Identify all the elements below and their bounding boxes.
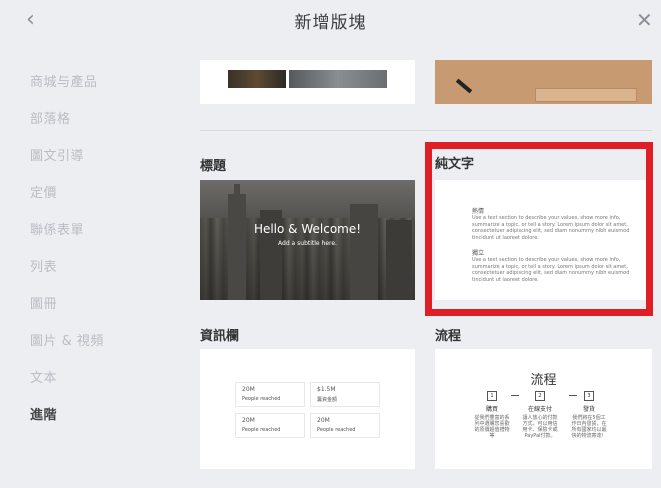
process-title: 流程 bbox=[530, 373, 557, 388]
gallery-photo bbox=[228, 70, 286, 88]
sidebar-item-guide[interactable]: 圖文引導 bbox=[30, 146, 180, 183]
close-icon[interactable]: ✕ bbox=[636, 9, 653, 31]
hero-subtitle: Add a subtitle here. bbox=[278, 240, 337, 247]
stat-item: 20M People reached bbox=[310, 413, 380, 438]
paper-image bbox=[535, 88, 637, 102]
sidebar-item-blog[interactable]: 部落格 bbox=[30, 109, 180, 146]
process-step: 3 發貨 我們將在5個工作日內發貨，在所有國家均以最快的物流寄達！ bbox=[571, 391, 607, 439]
pen-image bbox=[455, 78, 473, 94]
stat-item: $1.5M 籌資金額 bbox=[310, 382, 380, 407]
sidebar-item-shop[interactable]: 商城与產品 bbox=[30, 72, 180, 109]
block-preview-gallery[interactable] bbox=[200, 60, 415, 104]
block-preview-desk[interactable] bbox=[435, 60, 652, 104]
sidebar-item-advanced[interactable]: 進階 bbox=[30, 405, 180, 442]
sidebar-item-contact-form[interactable]: 聯係表單 bbox=[30, 220, 180, 257]
process-step: 1 購買 從我們豐富的系列中選購您喜歡的原價超值禮物等 bbox=[474, 391, 510, 439]
divider bbox=[200, 130, 652, 131]
gallery-photo bbox=[289, 70, 387, 88]
sidebar-item-media[interactable]: 圖片 & 視頻 bbox=[30, 331, 180, 368]
block-preview-process[interactable]: 流程 1 購買 從我們豐富的系列中選購您喜歡的原價超值禮物等 2 在線支付 讓人… bbox=[435, 349, 652, 469]
block-preview-infobar[interactable]: 20M People reached $1.5M 籌資金額 20M People… bbox=[200, 349, 415, 469]
sidebar-item-text[interactable]: 文本 bbox=[30, 368, 180, 405]
section-label-infobar: 資訊欄 bbox=[200, 329, 240, 344]
header: ‹ 新增版塊 ✕ bbox=[0, 0, 661, 42]
sidebar: 商城与產品 部落格 圖文引導 定價 聯係表單 列表 圖冊 圖片 & 視頻 文本 … bbox=[30, 72, 180, 442]
stat-item: 20M People reached bbox=[235, 382, 305, 407]
sidebar-item-gallery[interactable]: 圖冊 bbox=[30, 294, 180, 331]
sidebar-item-list[interactable]: 列表 bbox=[30, 257, 180, 294]
sidebar-item-pricing[interactable]: 定價 bbox=[30, 183, 180, 220]
section-label-title: 標題 bbox=[200, 159, 227, 174]
hero-headline: Hello & Welcome! bbox=[253, 222, 362, 236]
selection-highlight bbox=[425, 142, 653, 316]
block-preview-hero[interactable]: Hello & Welcome! Add a subtitle here. bbox=[200, 180, 415, 300]
process-step: 2 在線支付 讓人放心的付款方式，可以用信用卡、保險卡或PayPal付款。 bbox=[522, 391, 558, 439]
page-title: 新增版塊 bbox=[294, 13, 367, 33]
section-label-process: 流程 bbox=[435, 329, 462, 344]
stat-item: 20M People reached bbox=[235, 413, 305, 438]
